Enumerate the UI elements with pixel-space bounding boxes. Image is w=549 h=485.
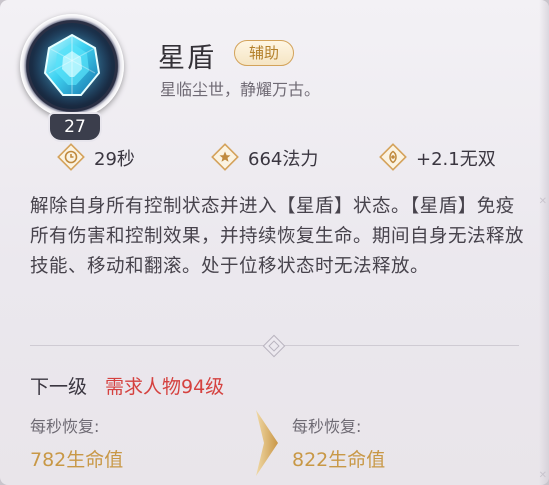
- next-effect-value: 822生命值: [292, 449, 386, 471]
- clock-icon: [56, 142, 86, 172]
- attribute-bonus-value: +2.1无双: [416, 149, 496, 170]
- skill-tooltip-card: ✕ ✕ 27 星盾 辅助 星临尘世，静耀万古。 29秒 664法力 +2.1无双…: [0, 0, 549, 485]
- next-effect-label: 每秒恢复:: [292, 417, 362, 436]
- mana-cost-value: 664法力: [248, 149, 319, 170]
- skill-type-tag: 辅助: [234, 40, 294, 66]
- star-shield-crystal-icon: [29, 23, 115, 109]
- next-level-requirement: 需求人物94级: [105, 376, 225, 398]
- star-diamond-icon: [210, 142, 240, 172]
- skill-tagline: 星临尘世，静耀万古。: [160, 80, 321, 99]
- next-level-label: 下一级: [30, 376, 88, 398]
- card-edge-shadow: [539, 0, 549, 485]
- edge-ornament: ✕: [538, 470, 547, 481]
- skill-level-badge: 27: [48, 112, 102, 142]
- skill-icon: 27: [20, 14, 128, 142]
- swirl-diamond-icon: [378, 142, 408, 172]
- cooldown-value: 29秒: [94, 149, 135, 170]
- current-effect-label: 每秒恢复:: [30, 417, 100, 436]
- chevron-right-icon: [254, 408, 280, 482]
- skill-name: 星盾: [158, 43, 216, 74]
- edge-ornament: ✕: [538, 196, 547, 207]
- current-effect-value: 782生命值: [30, 449, 124, 471]
- skill-description: 解除自身所有控制状态并进入【星盾】状态。【星盾】免疫所有伤害和控制效果，并持续恢…: [30, 196, 525, 277]
